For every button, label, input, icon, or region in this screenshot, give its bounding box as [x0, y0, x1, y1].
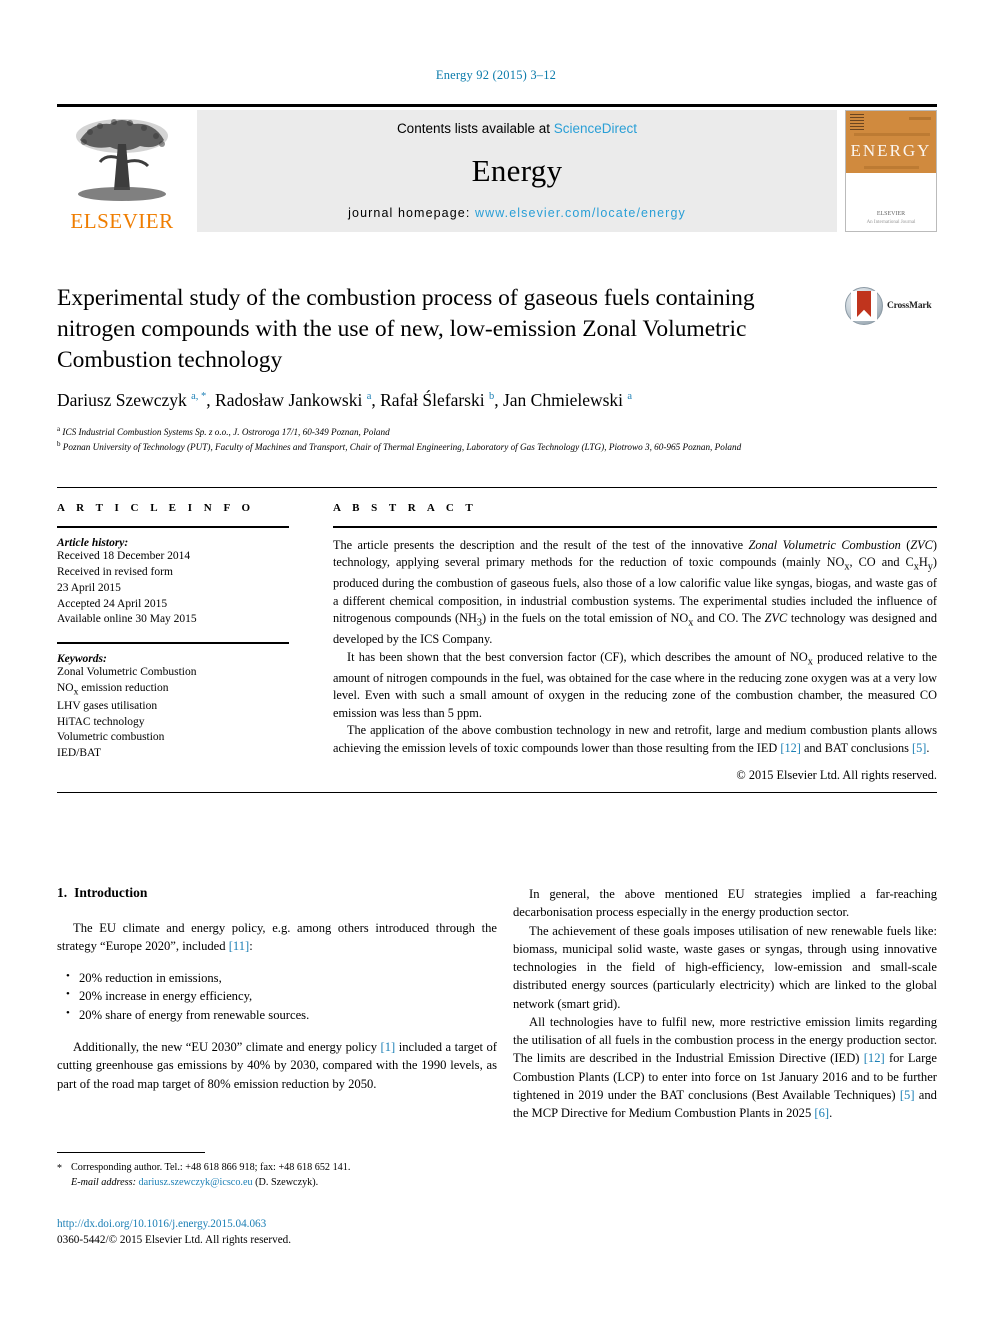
introduction-heading: 1. Introduction [57, 885, 497, 901]
journal-homepage-line: journal homepage: www.elsevier.com/locat… [348, 206, 686, 220]
keyword-1: NOx emission reduction [57, 682, 169, 698]
cover-bottom-area: ELSEVIER An International Journal [846, 173, 936, 231]
article-title: Experimental study of the combustion pro… [57, 285, 755, 374]
cover-elsevier-mark [850, 114, 864, 130]
journal-homepage-link[interactable]: www.elsevier.com/locate/energy [475, 206, 686, 220]
keyword-3: HiTAC technology [57, 715, 145, 728]
intro-paragraph-4: The achievement of these goals imposes u… [513, 923, 937, 1011]
abstract-heading: A B S T R A C T [333, 502, 478, 514]
homepage-prefix: journal homepage: [348, 206, 475, 220]
page-footer: http://dx.doi.org/10.1016/j.energy.2015.… [57, 1217, 497, 1248]
cover-subtitle: An International Journal [866, 220, 916, 225]
footnote-contact: Corresponding author. Tel.: +48 618 866 … [71, 1162, 351, 1173]
masthead-banner: Contents lists available at ScienceDirec… [197, 110, 837, 232]
email-suffix: (D. Szewczyk). [255, 1177, 319, 1189]
keyword-2: LHV gases utilisation [57, 699, 158, 712]
title-block: Experimental study of the combustion pro… [57, 283, 827, 376]
contents-prefix: Contents lists available at [396, 121, 554, 136]
introduction-right-column: In general, the above mentioned EU strat… [513, 885, 937, 1122]
article-info-column: A R T I C L E I N F O Article history: R… [57, 502, 289, 762]
abstract-paragraph-1: The article presents the description and… [333, 538, 937, 647]
section-title: Introduction [74, 885, 148, 900]
list-item: 20% increase in energy efficiency, [66, 986, 497, 1006]
abstract-section-bottom-rule [57, 792, 937, 793]
affiliation-b: b Poznan University of Technology (PUT),… [57, 440, 742, 453]
cover-top-band: ENERGY [846, 111, 936, 173]
keywords-rule [57, 642, 289, 645]
keyword-0: Zonal Volumetric Combustion [57, 666, 197, 679]
cover-publisher: ELSEVIER [876, 211, 906, 217]
footnote-marker: * [57, 1163, 62, 1174]
affiliations: a ICS Industrial Combustion Systems Sp. … [57, 424, 937, 455]
paper-page: Energy 92 (2015) 3–12 ELSEVIER Contents … [0, 0, 992, 1323]
crossmark-badge[interactable]: CrossMark [845, 285, 940, 327]
email-label: E-mail address: [71, 1177, 136, 1189]
section-number: 1. [57, 885, 68, 900]
journal-masthead: ELSEVIER Contents lists available at Sci… [57, 104, 937, 232]
list-item: 20% reduction in emissions, [66, 968, 497, 988]
article-history-4: Available online 30 May 2015 [57, 613, 197, 626]
elsevier-tree-icon [76, 119, 168, 201]
crossmark-ribbon-icon [857, 291, 871, 317]
keyword-4: Volumetric combustion [57, 731, 165, 744]
list-item: 20% share of energy from renewable sourc… [66, 1005, 497, 1025]
affiliation-a-text: ICS Industrial Combustion Systems Sp. z … [62, 427, 390, 438]
running-head: Energy 92 (2015) 3–12 [435, 68, 557, 82]
affiliation-a: a ICS Industrial Combustion Systems Sp. … [57, 425, 390, 438]
journal-title: Energy [471, 153, 563, 188]
keywords-label: Keywords: [57, 653, 107, 666]
intro-paragraph-3: In general, the above mentioned EU strat… [513, 887, 937, 920]
article-info-rule [57, 526, 289, 528]
doi-link[interactable]: http://dx.doi.org/10.1016/j.energy.2015.… [57, 1217, 497, 1233]
intro-bullet-list: 20% reduction in emissions, 20% increase… [57, 968, 497, 1026]
abstract-paragraph-2: It has been shown that the best conversi… [333, 649, 937, 720]
keyword-5: IED/BAT [57, 747, 102, 760]
sciencedirect-link[interactable]: ScienceDirect [554, 121, 637, 136]
abstract-copyright: © 2015 Elsevier Ltd. All rights reserved… [736, 768, 937, 783]
footnote-line-2: E-mail address: dariusz.szewczyk@icsco.e… [57, 1175, 497, 1190]
cover-text-line-2 [854, 133, 930, 136]
article-history-0: Received 18 December 2014 [57, 550, 191, 562]
contents-line: Contents lists available at ScienceDirec… [397, 121, 637, 136]
crossmark-icon-inner [851, 291, 877, 321]
elsevier-logo: ELSEVIER [57, 110, 187, 232]
footnote-rule [57, 1152, 205, 1153]
abstract-rule [333, 526, 937, 528]
author-list: Dariusz Szewczyk a, *, Radosław Jankowsk… [57, 390, 633, 410]
cover-text-line-3 [864, 166, 919, 169]
introduction-left-column: 1. Introduction The EU climate and energy… [57, 885, 497, 1093]
intro-paragraph-1: The EU climate and energy policy, e.g. a… [57, 921, 497, 954]
crossmark-icon [845, 287, 883, 325]
affiliation-b-text: Poznan University of Technology (PUT), F… [62, 442, 742, 453]
cover-text-line-1 [909, 117, 931, 120]
intro-paragraph-2: Additionally, the new “EU 2030” climate … [57, 1040, 497, 1091]
article-history-3: Accepted 24 April 2015 [57, 597, 168, 610]
crossmark-label: CrossMark [887, 301, 932, 311]
footnote-line-1: * Corresponding author. Tel.: +48 618 86… [57, 1160, 497, 1175]
masthead-top-rule [57, 104, 937, 107]
corresponding-author-footnote: * Corresponding author. Tel.: +48 618 86… [57, 1152, 497, 1191]
abstract-paragraph-3: The application of the above combustion … [333, 723, 937, 755]
article-history-label: Article history: [57, 537, 129, 549]
cover-journal-title: ENERGY [850, 141, 932, 160]
email-link[interactable]: dariusz.szewczyk@icsco.eu [139, 1177, 253, 1188]
article-info-heading: A R T I C L E I N F O [57, 502, 255, 514]
article-history-1: Received in revised form [57, 565, 173, 578]
journal-cover-thumbnail: ENERGY ELSEVIER An International Journal [845, 110, 937, 232]
elsevier-wordmark: ELSEVIER [70, 209, 174, 233]
intro-paragraph-5: All technologies have to fulfil new, mor… [513, 1014, 937, 1120]
issn-copyright: 0360-5442/© 2015 Elsevier Ltd. All right… [57, 1233, 292, 1246]
abstract-section-top-rule [57, 487, 937, 488]
abstract-column: A B S T R A C T The article presents the… [333, 502, 937, 783]
article-history-2: 23 April 2015 [57, 581, 121, 594]
